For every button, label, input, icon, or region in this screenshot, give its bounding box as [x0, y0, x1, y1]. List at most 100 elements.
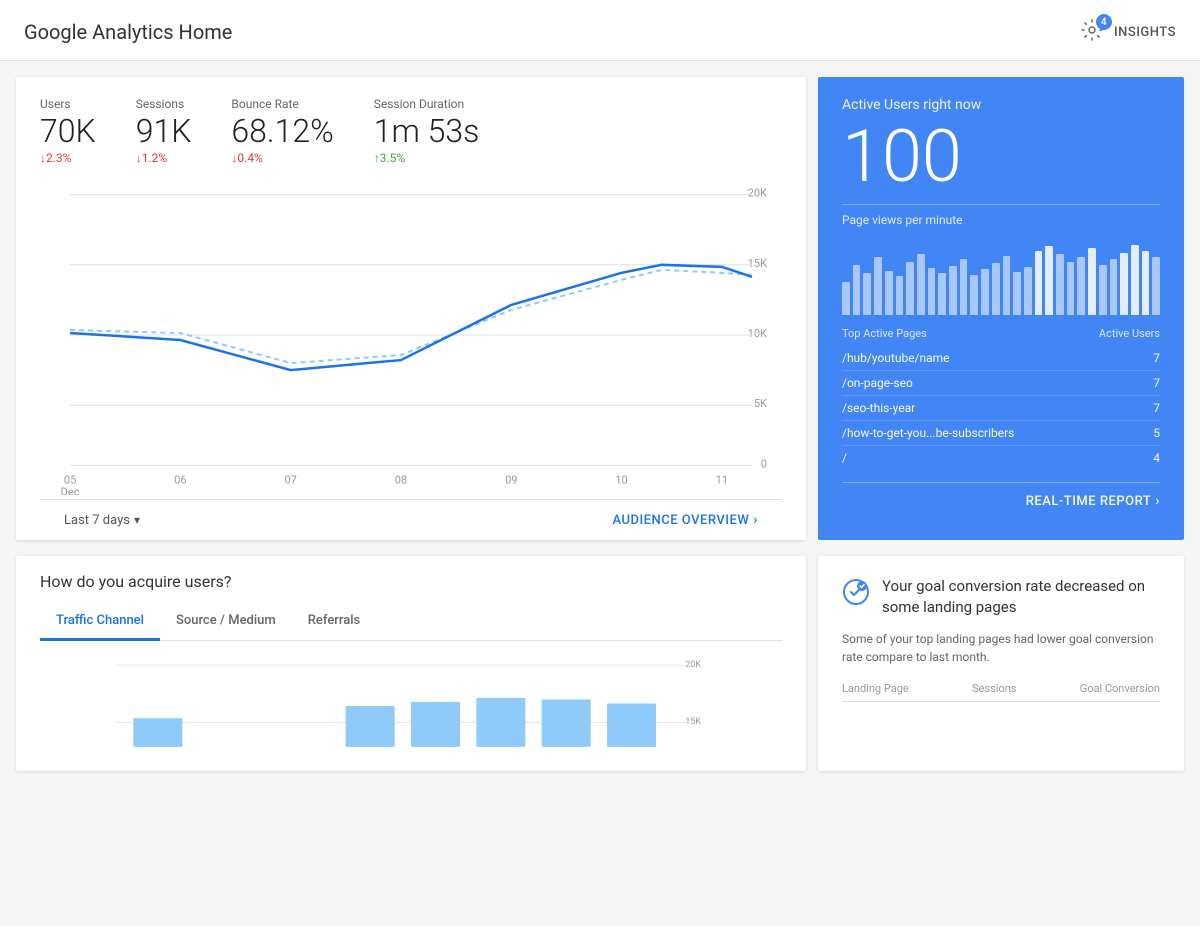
main-grid: Users 70K 2.3% Sessions 91K 1.2% Bounce … [0, 61, 1200, 556]
mini-bar-12 [970, 275, 978, 315]
svg-text:Dec: Dec [61, 485, 80, 495]
mini-bar-14 [992, 263, 1000, 315]
mini-bar-28 [1142, 251, 1150, 315]
insights-icon-wrap: 4 [1080, 18, 1108, 46]
mini-bar-22 [1077, 257, 1085, 315]
bounce-rate-label: Bounce Rate [231, 97, 333, 111]
chevron-right-icon: › [753, 512, 758, 528]
mini-bar-19 [1045, 246, 1053, 315]
svg-text:07: 07 [284, 473, 296, 486]
svg-text:11: 11 [716, 473, 728, 486]
active-users-label: Active Users right now [842, 97, 1160, 113]
mini-bar-9 [938, 273, 946, 315]
users-label: Users [40, 97, 96, 111]
mini-bar-3 [874, 257, 882, 315]
active-pages-header: Top Active Pages Active Users [842, 327, 1160, 340]
mini-bar-17 [1024, 267, 1032, 315]
bottom-grid: How do you acquire users? Traffic Channe… [0, 556, 1200, 787]
session-duration-value: 1m 53s [374, 115, 480, 147]
active-users-count: 100 [842, 117, 1160, 196]
svg-text:10: 10 [615, 473, 627, 486]
tab-traffic-channel[interactable]: Traffic Channel [40, 603, 160, 641]
metric-users: Users 70K 2.3% [40, 97, 96, 165]
metric-sessions: Sessions 91K 1.2% [136, 97, 192, 165]
conversion-insights-card: Your goal conversion rate decreased on s… [818, 556, 1184, 771]
active-page-row: /on-page-seo7 [842, 371, 1160, 396]
card-footer: Last 7 days ▾ AUDIENCE OVERVIEW › [40, 499, 782, 540]
active-page-row: /seo-this-year7 [842, 396, 1160, 421]
bounce-rate-change: 0.4% [231, 151, 333, 165]
mini-bar-25 [1110, 259, 1118, 315]
active-page-row: /hub/youtube/name7 [842, 346, 1160, 371]
sessions-change: 1.2% [136, 151, 192, 165]
chart-svg: 20K 15K 10K 5K 0 05 [40, 175, 782, 495]
realtime-report-link[interactable]: REAL-TIME REPORT › [842, 482, 1160, 509]
mini-bar-24 [1099, 265, 1107, 315]
tab-source--medium[interactable]: Source / Medium [160, 603, 292, 641]
svg-text:08: 08 [395, 473, 407, 486]
svg-text:10K: 10K [748, 327, 767, 340]
svg-text:06: 06 [174, 473, 186, 486]
mini-bar-7 [917, 254, 925, 315]
sessions-label: Sessions [136, 97, 192, 111]
date-range-button[interactable]: Last 7 days ▾ [64, 513, 140, 528]
acquire-tabs: Traffic ChannelSource / MediumReferrals [40, 603, 782, 641]
mini-bar-11 [960, 259, 968, 315]
active-page-row: /4 [842, 446, 1160, 470]
metric-session-duration: Session Duration 1m 53s 3.5% [374, 97, 480, 165]
svg-text:0: 0 [761, 457, 767, 470]
mini-bar-20 [1056, 254, 1064, 315]
session-duration-label: Session Duration [374, 97, 480, 111]
metrics-card: Users 70K 2.3% Sessions 91K 1.2% Bounce … [16, 77, 806, 540]
mini-bar-18 [1035, 251, 1043, 315]
mini-bar-16 [1013, 272, 1021, 315]
mini-bar-5 [896, 276, 904, 315]
conversion-icon [842, 578, 870, 612]
active-users-card: Active Users right now 100 Page views pe… [818, 77, 1184, 540]
page-header: Google Analytics Home 4 INSIGHTS [0, 0, 1200, 61]
users-value: 70K [40, 115, 96, 147]
mini-bar-6 [906, 262, 914, 315]
insights-card-title: Your goal conversion rate decreased on s… [882, 576, 1160, 618]
acquire-chart-svg: 20K 15K [40, 657, 782, 755]
sessions-value: 91K [136, 115, 192, 147]
tab-referrals[interactable]: Referrals [292, 603, 377, 641]
chevron-down-icon: ▾ [134, 513, 140, 527]
mini-bar-2 [863, 273, 871, 315]
mini-bar-4 [885, 271, 893, 315]
mini-bar-27 [1131, 245, 1139, 315]
svg-text:15K: 15K [748, 257, 767, 270]
line-chart: 20K 15K 10K 5K 0 05 [40, 175, 782, 495]
insights-button[interactable]: 4 INSIGHTS [1080, 18, 1176, 46]
svg-text:5K: 5K [754, 397, 767, 410]
metrics-row: Users 70K 2.3% Sessions 91K 1.2% Bounce … [40, 97, 782, 165]
audience-overview-link[interactable]: AUDIENCE OVERVIEW › [612, 512, 758, 528]
svg-text:20K: 20K [748, 187, 767, 200]
acquire-chart-area: 20K 15K [16, 641, 806, 771]
mini-bar-26 [1120, 253, 1128, 315]
insights-label: INSIGHTS [1114, 25, 1176, 40]
realtime-chevron-icon: › [1155, 493, 1160, 509]
insights-badge: 4 [1096, 14, 1112, 30]
mini-bar-8 [928, 268, 936, 315]
users-change: 2.3% [40, 151, 96, 165]
acquire-header: How do you acquire users? Traffic Channe… [16, 556, 806, 641]
page-views-label: Page views per minute [842, 204, 1160, 227]
insights-card-desc: Some of your top landing pages had lower… [842, 630, 1160, 666]
active-page-row: /how-to-get-you...be-subscribers5 [842, 421, 1160, 446]
mini-bar-10 [949, 266, 957, 315]
insights-card-header: Your goal conversion rate decreased on s… [842, 576, 1160, 618]
mini-bar-13 [981, 269, 989, 315]
svg-text:09: 09 [505, 473, 517, 486]
metric-bounce-rate: Bounce Rate 68.12% 0.4% [231, 97, 333, 165]
mini-bar-29 [1152, 257, 1160, 315]
acquire-card: How do you acquire users? Traffic Channe… [16, 556, 806, 771]
active-pages-list: /hub/youtube/name7/on-page-seo7/seo-this… [842, 346, 1160, 470]
mini-bar-21 [1067, 262, 1075, 315]
acquire-title: How do you acquire users? [40, 572, 782, 591]
page-title: Google Analytics Home [24, 20, 232, 44]
mini-bar-15 [1003, 256, 1011, 315]
insights-table-header: Landing PageSessionsGoal Conversion [842, 682, 1160, 702]
mini-bar-0 [842, 282, 850, 315]
page-views-bar-chart [842, 235, 1160, 315]
